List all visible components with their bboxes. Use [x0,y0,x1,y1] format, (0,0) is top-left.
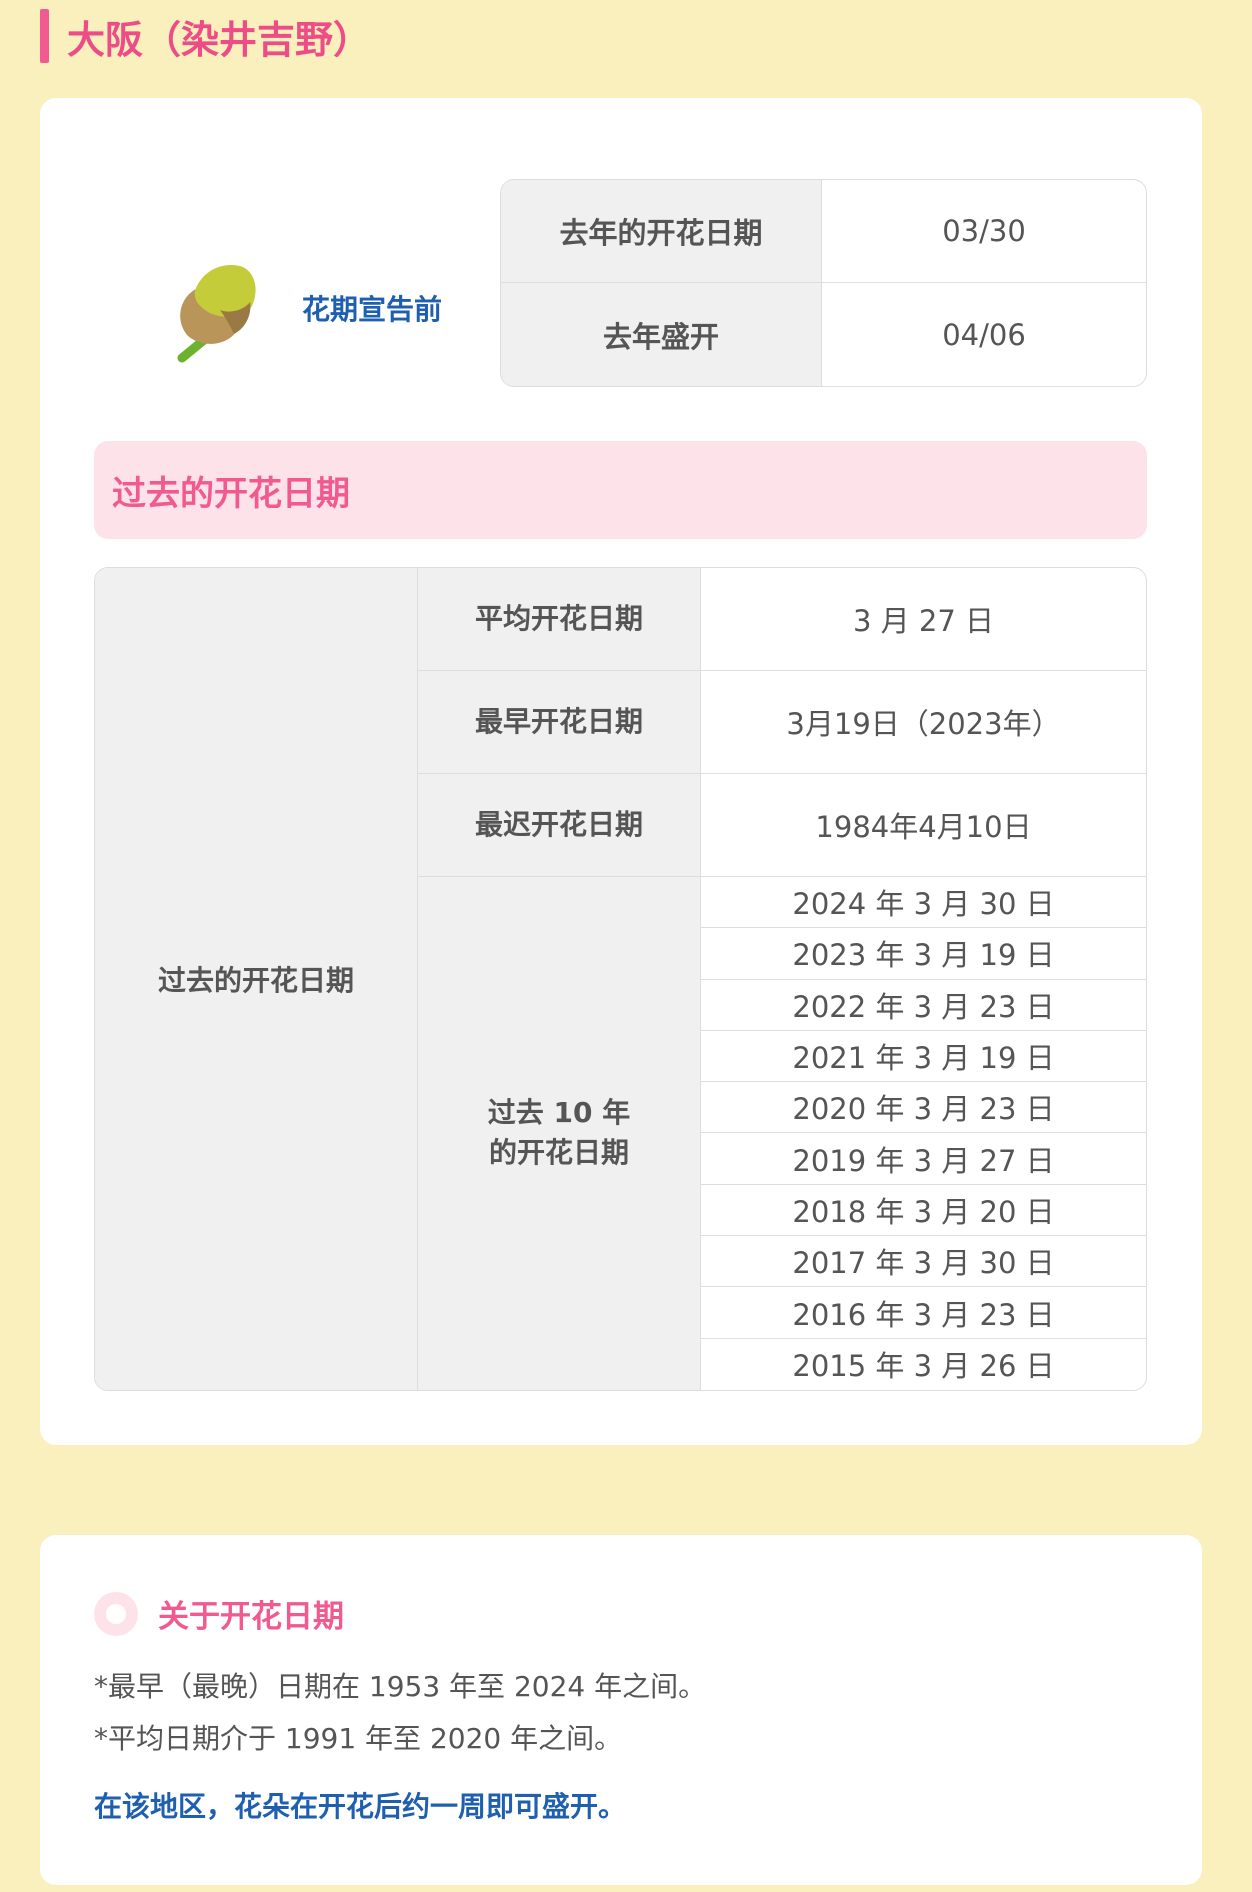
past-dates-table: 过去的开花日期 平均开花日期 3 月 27 日 最早开花日期 3月19日（202… [94,567,1147,1391]
year-value: 2017 年 3 月 30 日 [701,1236,1146,1288]
past-dates-heading: 过去的开花日期 [94,441,1147,539]
year-value: 2015 年 3 月 26 日 [792,1349,1055,1384]
last-year-bloom-value: 03/30 [822,180,1146,283]
average-label: 平均开花日期 [418,568,701,671]
bloom-info-card: 花期宣告前 去年的开花日期 03/30 去年盛开 04/06 过去的开花日期 过… [40,98,1202,1445]
note-title: 关于开花日期 [158,1599,344,1635]
year-value: 2021 年 3 月 19 日 [701,1031,1146,1083]
last-year-table: 去年的开花日期 03/30 去年盛开 04/06 [500,179,1147,387]
status-label: 花期宣告前 [302,293,443,326]
ten-years-label-text: 过去 10 年的开花日期 [487,1095,631,1170]
ten-years-label: 过去 10 年的开花日期 [418,877,701,1390]
note-card: 关于开花日期 *最早（最晚）日期在 1953 年至 2024 年之间。 *平均日… [40,1535,1202,1885]
circle-icon [94,1591,138,1636]
year-value: 2019 年 3 月 27 日 [701,1133,1146,1185]
year-value: 2018 年 3 月 20 日 [701,1185,1146,1237]
bloom-status: 花期宣告前 [160,248,442,368]
latest-label: 最迟开花日期 [418,774,701,877]
table-row: 去年的开花日期 03/30 [501,180,1146,283]
earliest-label: 最早开花日期 [418,671,701,774]
note-line: *最早（最晚）日期在 1953 年至 2024 年之间。 [94,1670,707,1703]
table-row: 去年盛开 04/06 [501,283,1146,386]
past-group-label: 过去的开花日期 [95,568,418,1390]
page-header: 大阪（染井吉野） [40,8,371,64]
year-value: 2023 年 3 月 19 日 [701,928,1146,980]
latest-value: 1984年4月10日 [701,774,1146,877]
table-row: 过去的开花日期 平均开花日期 3 月 27 日 [95,568,1146,1390]
header-accent-bar [40,9,49,63]
note-emphasis: 在该地区，花朵在开花后约一周即可盛开。 [94,1790,627,1823]
year-value: 2020 年 3 月 23 日 [701,1082,1146,1134]
note-line: *平均日期介于 1991 年至 2020 年之间。 [94,1722,623,1755]
bud-icon [177,264,256,363]
note-heading: 关于开花日期 [94,1591,344,1636]
year-value: 2016 年 3 月 23 日 [701,1287,1146,1339]
year-value: 2024 年 3 月 30 日 [701,877,1146,929]
average-value: 3 月 27 日 [701,568,1146,671]
last-year-full-bloom-value: 04/06 [942,317,1026,352]
earliest-value: 3月19日（2023年） [701,671,1146,774]
last-year-bloom-label: 去年的开花日期 [501,180,822,283]
page-title: 大阪（染井吉野） [67,17,372,62]
year-value: 2022 年 3 月 23 日 [701,980,1146,1031]
last-year-full-bloom-label: 去年盛开 [501,283,822,386]
